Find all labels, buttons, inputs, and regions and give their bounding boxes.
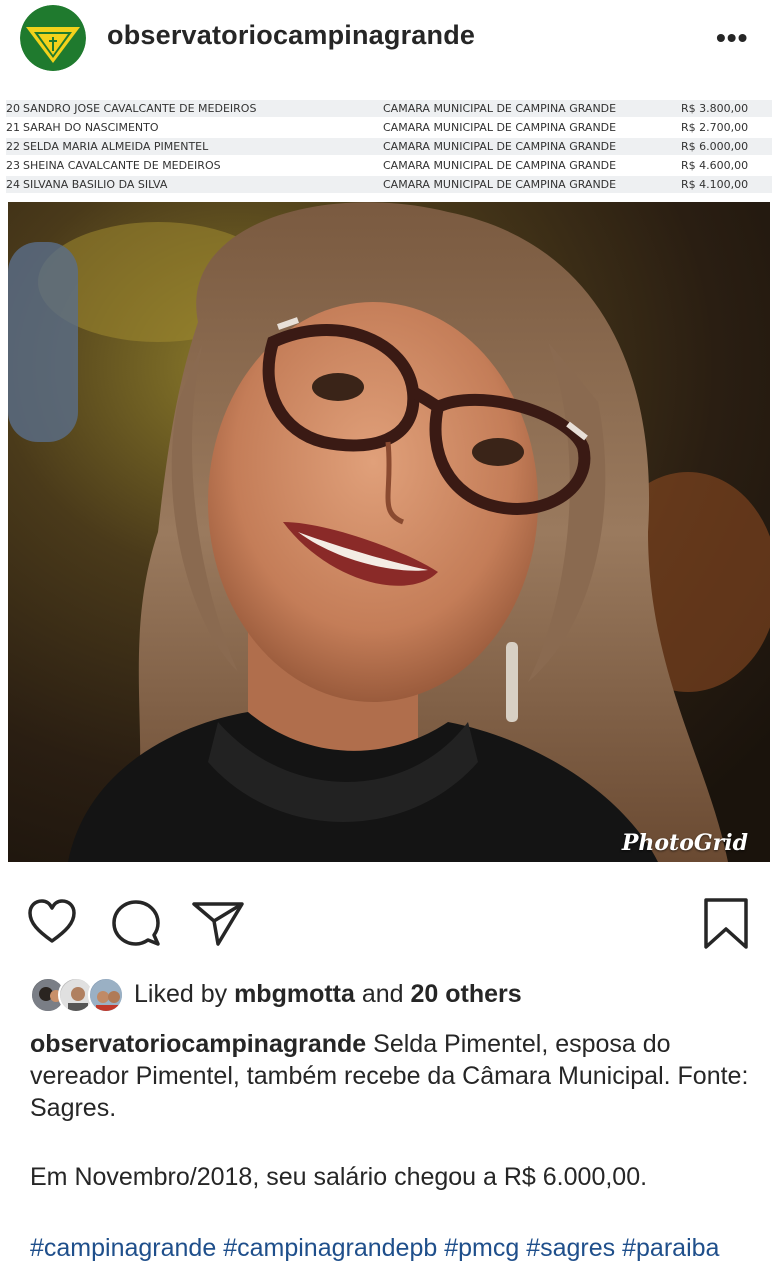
hashtag-link[interactable]: #pmcg	[444, 1234, 519, 1262]
more-options-icon[interactable]: •••	[716, 24, 748, 52]
likes-text: Liked by mbgmotta and 20 others	[134, 980, 522, 1008]
post-image[interactable]: 20 SANDRO JOSE CAVALCANTE DE MEDEIROS CA…	[0, 92, 779, 870]
salary-table: 20 SANDRO JOSE CAVALCANTE DE MEDEIROS CA…	[0, 100, 779, 196]
row-value: R$ 6.000,00	[681, 140, 749, 153]
likes-summary[interactable]: Liked by mbgmotta and 20 others	[30, 975, 750, 1015]
row-name: SANDRO JOSE CAVALCANTE DE MEDEIROS	[23, 102, 257, 115]
row-index: 21	[6, 121, 20, 134]
header-username[interactable]: observatoriocampinagrande	[107, 20, 475, 51]
liker-avatar	[88, 977, 124, 1013]
row-name: SELDA MARIA ALMEIDA PIMENTEL	[23, 140, 209, 153]
row-value: R$ 4.100,00	[681, 178, 749, 191]
hashtag-link[interactable]: #campinagrandepb	[223, 1234, 437, 1262]
caption-hashtags: #campinagrande #campinagrandepb #pmcg #s…	[30, 1232, 760, 1264]
save-bookmark-icon[interactable]	[698, 895, 754, 951]
comment-bubble-icon[interactable]	[108, 895, 164, 951]
row-name: SILVANA BASILIO DA SILVA	[23, 178, 168, 191]
row-index: 22	[6, 140, 20, 153]
portrait-photo: PhotoGrid	[8, 202, 770, 862]
liker-avatars	[30, 977, 126, 1013]
table-row: 22 SELDA MARIA ALMEIDA PIMENTEL CAMARA M…	[6, 138, 772, 155]
hashtag-link[interactable]: #paraiba	[622, 1234, 719, 1262]
row-org: CAMARA MUNICIPAL DE CAMPINA GRANDE	[383, 178, 617, 191]
share-send-icon[interactable]	[190, 895, 246, 951]
caption-username[interactable]: observatoriocampinagrande	[30, 1030, 366, 1058]
row-value: R$ 3.800,00	[681, 102, 749, 115]
table-row: 21 SARAH DO NASCIMENTO CAMARA MUNICIPAL …	[6, 119, 772, 136]
like-heart-icon[interactable]	[24, 895, 80, 951]
portrait-illustration	[8, 202, 770, 862]
table-row: 24 SILVANA BASILIO DA SILVA CAMARA MUNIC…	[6, 176, 772, 193]
post-action-bar	[0, 895, 779, 955]
liker-username[interactable]: mbgmotta	[234, 980, 355, 1008]
row-index: 23	[6, 159, 20, 172]
campina-grande-flag-icon	[20, 5, 86, 71]
photogrid-watermark: PhotoGrid	[621, 830, 748, 856]
row-org: CAMARA MUNICIPAL DE CAMPINA GRANDE	[383, 102, 617, 115]
post-header: observatoriocampinagrande •••	[0, 0, 779, 80]
table-row: 23 SHEINA CAVALCANTE DE MEDEIROS CAMARA …	[6, 157, 772, 174]
caption-salary-line: Em Novembro/2018, seu salário chegou a R…	[30, 1163, 648, 1191]
likes-others-count[interactable]: 20 others	[411, 980, 522, 1008]
row-name: SHEINA CAVALCANTE DE MEDEIROS	[23, 159, 221, 172]
profile-avatar[interactable]	[20, 5, 86, 71]
hashtag-link[interactable]: #campinagrande	[30, 1234, 216, 1262]
row-value: R$ 2.700,00	[681, 121, 749, 134]
row-name: SARAH DO NASCIMENTO	[23, 121, 159, 134]
row-org: CAMARA MUNICIPAL DE CAMPINA GRANDE	[383, 140, 617, 153]
row-index: 20	[6, 102, 20, 115]
row-org: CAMARA MUNICIPAL DE CAMPINA GRANDE	[383, 159, 617, 172]
post-caption: observatoriocampinagrande Selda Pimentel…	[30, 1028, 760, 1124]
row-value: R$ 4.600,00	[681, 159, 749, 172]
table-row: 20 SANDRO JOSE CAVALCANTE DE MEDEIROS CA…	[6, 100, 772, 117]
row-index: 24	[6, 178, 20, 191]
row-org: CAMARA MUNICIPAL DE CAMPINA GRANDE	[383, 121, 617, 134]
hashtag-link[interactable]: #sagres	[526, 1234, 615, 1262]
